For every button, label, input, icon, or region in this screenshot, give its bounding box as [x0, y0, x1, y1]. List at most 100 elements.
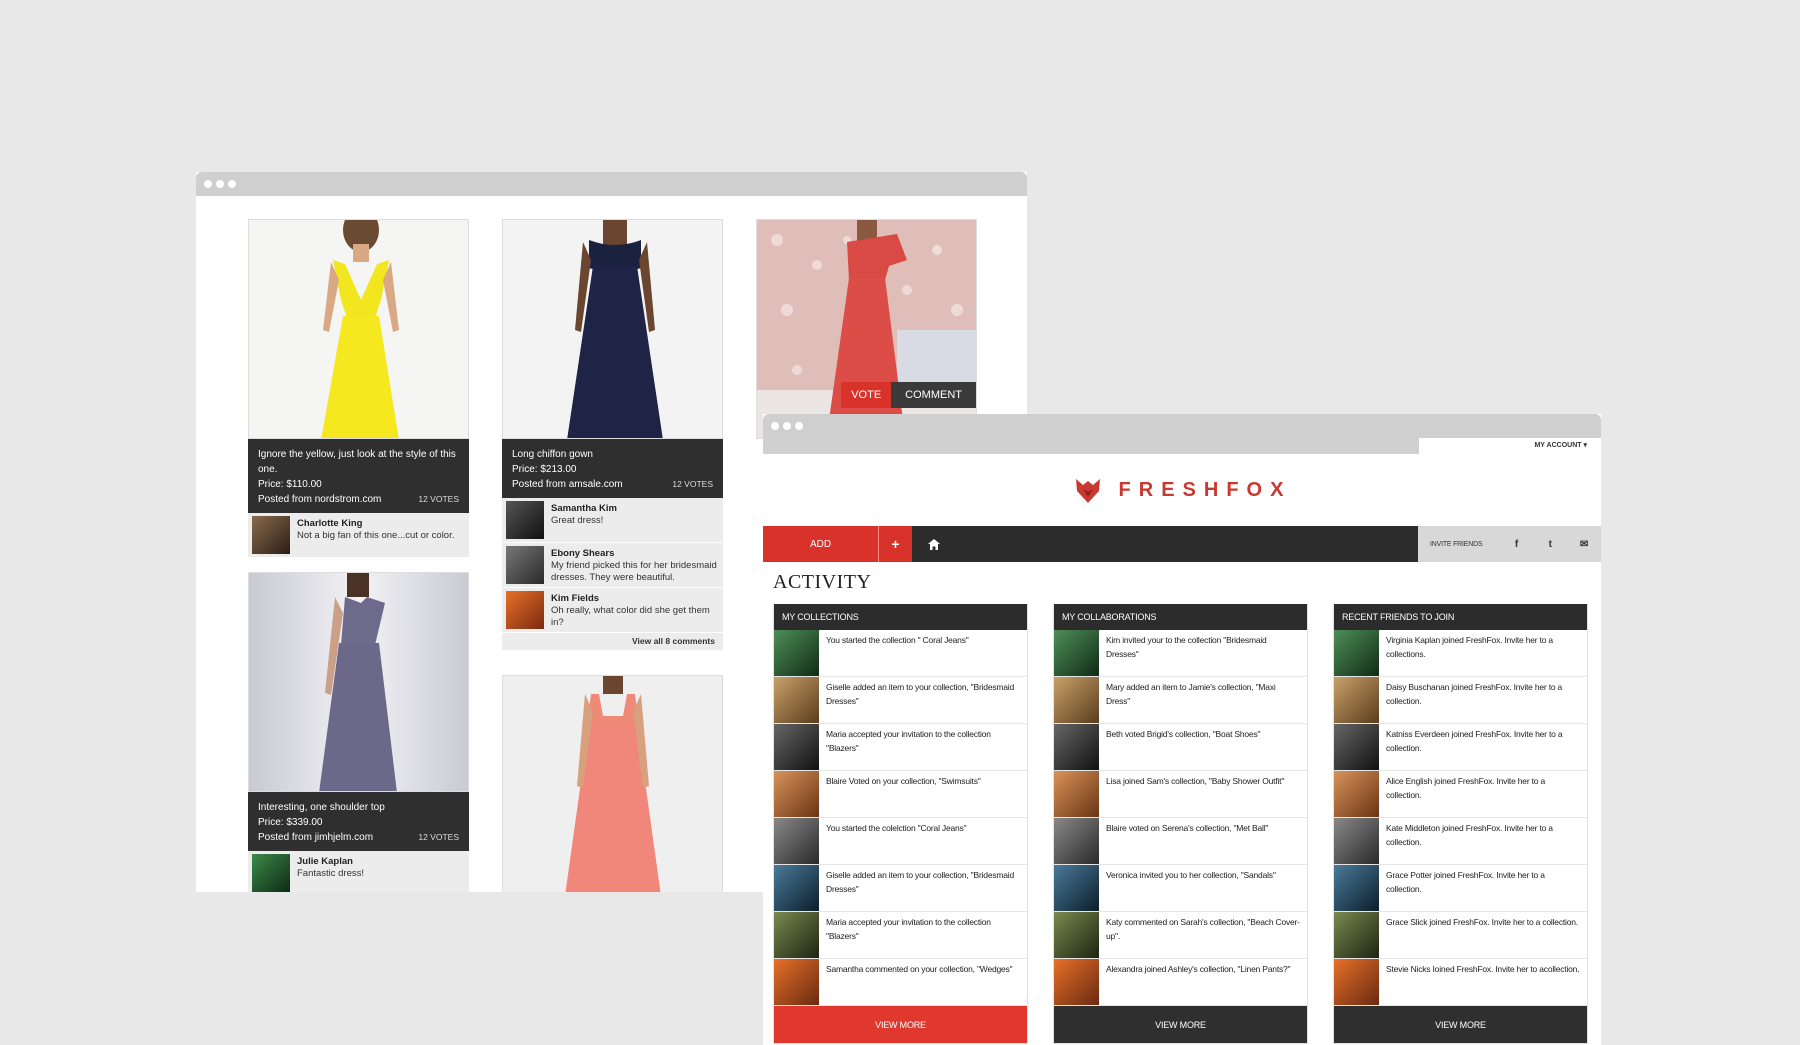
avatar[interactable] — [506, 591, 544, 629]
activity-row[interactable]: Alexandra joined Ashley's collection, "L… — [1054, 959, 1307, 1006]
activity-text: Daisy Buschanan joined FreshFox. Invite … — [1386, 682, 1563, 706]
window-close-dot[interactable] — [771, 422, 779, 430]
activity-text: Katniss Everdeen joined FreshFox. Invite… — [1386, 729, 1563, 753]
view-more-button[interactable]: VIEW MORE — [1054, 1006, 1307, 1043]
avatar[interactable] — [774, 912, 819, 958]
activity-row[interactable]: Lisa joined Sam's collection, "Baby Show… — [1054, 771, 1307, 818]
product-photo[interactable] — [248, 572, 469, 792]
avatar[interactable] — [774, 818, 819, 864]
activity-row[interactable]: Grace Potter joined FreshFox. Invite her… — [1334, 865, 1587, 912]
activity-row[interactable]: Katniss Everdeen joined FreshFox. Invite… — [1334, 724, 1587, 771]
avatar[interactable] — [1334, 771, 1379, 817]
product-card[interactable]: Interesting, one shoulder top Price: $33… — [248, 572, 469, 892]
window-maximize-dot[interactable] — [795, 422, 803, 430]
view-all-comments-link[interactable]: View all 8 comments — [502, 633, 723, 650]
avatar[interactable] — [1334, 677, 1379, 723]
fox-logo-icon[interactable] — [1073, 475, 1103, 505]
activity-row[interactable]: Katy commented on Sarah's collection, "B… — [1054, 912, 1307, 959]
avatar[interactable] — [774, 724, 819, 770]
avatar[interactable] — [1054, 724, 1099, 770]
avatar[interactable] — [252, 516, 290, 554]
brand-name[interactable]: FRESHFOX — [1119, 479, 1292, 502]
plus-button[interactable]: + — [878, 526, 912, 562]
facebook-icon[interactable]: f — [1500, 539, 1534, 550]
activity-row[interactable]: Maria accepted your invitation to the co… — [774, 724, 1027, 771]
email-icon[interactable]: ✉ — [1567, 539, 1601, 550]
window-minimize-dot[interactable] — [216, 180, 224, 188]
invite-friends-link[interactable]: INVITE FRIENDS — [1418, 541, 1500, 548]
add-button[interactable]: ADD — [763, 526, 878, 562]
avatar[interactable] — [1054, 959, 1099, 1005]
activity-row[interactable]: Alice English joined FreshFox. Invite he… — [1334, 771, 1587, 818]
product-card[interactable] — [502, 675, 723, 892]
activity-text: Maria accepted your invitation to the co… — [826, 917, 991, 941]
twitter-icon[interactable]: t — [1533, 539, 1567, 550]
activity-row[interactable]: Giselle added an item to your collection… — [774, 865, 1027, 912]
freshfox-activity-window: MY ACCOUNT ▾ FRESHFOX ADD + INVITE FRIEN… — [763, 414, 1601, 1045]
product-photo[interactable]: VOTE COMMENT — [756, 219, 977, 439]
avatar[interactable] — [252, 854, 290, 892]
social-bar: INVITE FRIENDS f t ✉ — [1418, 526, 1601, 562]
my-account-menu[interactable]: MY ACCOUNT ▾ — [1534, 441, 1587, 449]
window-minimize-dot[interactable] — [783, 422, 791, 430]
window-maximize-dot[interactable] — [228, 180, 236, 188]
avatar[interactable] — [1054, 677, 1099, 723]
comment-text: My friend picked this for her bridesmaid… — [551, 560, 717, 583]
avatar[interactable] — [1334, 724, 1379, 770]
avatar[interactable] — [1334, 865, 1379, 911]
activity-row[interactable]: Samantha commented on your collection, "… — [774, 959, 1027, 1006]
avatar[interactable] — [774, 959, 819, 1005]
avatar[interactable] — [1334, 630, 1379, 676]
activity-text: Maria accepted your invitation to the co… — [826, 729, 991, 753]
avatar[interactable] — [774, 677, 819, 723]
activity-row[interactable]: You started the collection " Coral Jeans… — [774, 630, 1027, 677]
avatar[interactable] — [1054, 818, 1099, 864]
commenter-name[interactable]: Ebony Shears — [551, 548, 719, 560]
avatar[interactable] — [506, 546, 544, 584]
activity-row[interactable]: Kim invited your to the collection "Brid… — [1054, 630, 1307, 677]
avatar[interactable] — [506, 501, 544, 539]
product-card[interactable]: VOTE COMMENT — [756, 219, 977, 439]
product-photo[interactable] — [502, 675, 723, 892]
avatar[interactable] — [1054, 630, 1099, 676]
activity-row[interactable]: Grace Slick joined FreshFox. Invite her … — [1334, 912, 1587, 959]
home-button[interactable] — [912, 526, 956, 562]
commenter-name[interactable]: Julie Kaplan — [297, 856, 364, 868]
activity-row[interactable]: Virginia Kaplan joined FreshFox. Invite … — [1334, 630, 1587, 677]
avatar[interactable] — [774, 771, 819, 817]
avatar[interactable] — [1054, 912, 1099, 958]
commenter-name[interactable]: Charlotte King — [297, 518, 454, 530]
activity-row[interactable]: Kate Middleton joined FreshFox. Invite h… — [1334, 818, 1587, 865]
commenter-name[interactable]: Samantha Kim — [551, 503, 617, 515]
product-card[interactable]: Long chiffon gown Price: $213.00 Posted … — [502, 219, 723, 650]
activity-row[interactable]: Daisy Buschanan joined FreshFox. Invite … — [1334, 677, 1587, 724]
activity-row[interactable]: Blaire voted on Serena's collection, "Me… — [1054, 818, 1307, 865]
avatar[interactable] — [1334, 818, 1379, 864]
product-card[interactable]: Ignore the yellow, just look at the styl… — [248, 219, 469, 558]
activity-row[interactable]: Giselle added an item to your collection… — [774, 677, 1027, 724]
page-title: ACTIVITY — [773, 571, 872, 593]
avatar[interactable] — [1054, 865, 1099, 911]
navy-dress-image — [503, 220, 722, 438]
activity-row[interactable]: Stevie Nicks Ioined FreshFox. Invite her… — [1334, 959, 1587, 1006]
comment-button[interactable]: COMMENT — [891, 382, 976, 408]
coral-dress-image — [503, 676, 722, 892]
vote-button[interactable]: VOTE — [841, 382, 892, 408]
activity-row[interactable]: Veronica invited you to her collection, … — [1054, 865, 1307, 912]
view-more-button[interactable]: VIEW MORE — [774, 1006, 1027, 1043]
avatar[interactable] — [774, 865, 819, 911]
view-more-button[interactable]: VIEW MORE — [1334, 1006, 1587, 1043]
activity-row[interactable]: Beth voted Brigid's collection, "Boat Sh… — [1054, 724, 1307, 771]
avatar[interactable] — [1334, 959, 1379, 1005]
window-close-dot[interactable] — [204, 180, 212, 188]
activity-row[interactable]: Mary added an item to Jamie's collection… — [1054, 677, 1307, 724]
activity-row[interactable]: Maria accepted your invitation to the co… — [774, 912, 1027, 959]
activity-row[interactable]: Blaire Voted on your collection, "Swimsu… — [774, 771, 1027, 818]
avatar[interactable] — [1334, 912, 1379, 958]
commenter-name[interactable]: Kim Fields — [551, 593, 719, 605]
avatar[interactable] — [1054, 771, 1099, 817]
product-photo[interactable] — [502, 219, 723, 439]
activity-row[interactable]: You started the colelction "Coral Jeans" — [774, 818, 1027, 865]
avatar[interactable] — [774, 630, 819, 676]
product-photo[interactable] — [248, 219, 469, 439]
